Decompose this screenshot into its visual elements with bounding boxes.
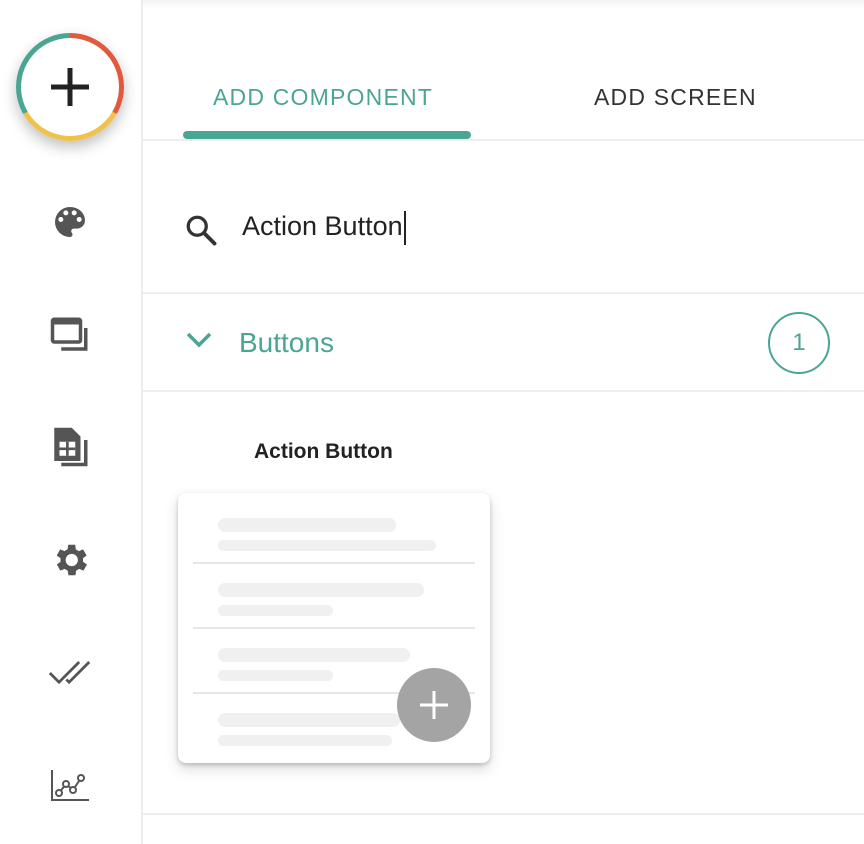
bottom-divider xyxy=(143,813,864,815)
sidebar xyxy=(0,0,143,844)
plus-icon xyxy=(51,68,89,106)
data-table-icon[interactable] xyxy=(48,425,92,469)
placeholder-line xyxy=(218,540,436,551)
add-fab-button[interactable] xyxy=(16,33,124,141)
double-check-icon[interactable] xyxy=(48,651,92,695)
screens-icon[interactable] xyxy=(48,313,92,357)
search-icon xyxy=(186,215,217,246)
placeholder-line xyxy=(218,583,424,597)
divider xyxy=(193,627,475,629)
palette-icon[interactable] xyxy=(48,200,92,244)
placeholder-line xyxy=(218,605,333,616)
group-header-buttons[interactable]: Buttons 1 xyxy=(143,294,864,392)
tab-bar: ADD COMPONENT ADD SCREEN xyxy=(143,0,864,141)
plus-icon xyxy=(420,691,448,719)
tab-add-component[interactable]: ADD COMPONENT xyxy=(213,84,433,111)
placeholder-line xyxy=(218,670,333,681)
count-badge: 1 xyxy=(768,312,830,374)
divider xyxy=(193,562,475,564)
chevron-down-icon xyxy=(186,332,212,348)
preview-action-button xyxy=(397,668,471,742)
placeholder-line xyxy=(218,518,396,532)
placeholder-line xyxy=(218,648,410,662)
component-preview-card[interactable] xyxy=(178,493,490,763)
group-label: Buttons xyxy=(239,327,334,358)
text-caret xyxy=(403,211,406,245)
component-title: Action Button xyxy=(254,440,393,463)
placeholder-line xyxy=(218,735,392,746)
search-input-value: Action Button xyxy=(242,211,403,242)
active-tab-indicator xyxy=(183,131,471,139)
gear-icon[interactable] xyxy=(48,538,92,582)
analytics-icon[interactable] xyxy=(48,763,92,807)
placeholder-line xyxy=(218,713,400,727)
tab-add-screen[interactable]: ADD SCREEN xyxy=(594,84,757,111)
search-input[interactable]: Action Button xyxy=(242,211,742,245)
main-panel: ADD COMPONENT ADD SCREEN Action Button B… xyxy=(143,0,864,844)
search-row: Action Button xyxy=(143,139,864,294)
add-fab-inner xyxy=(21,38,119,136)
